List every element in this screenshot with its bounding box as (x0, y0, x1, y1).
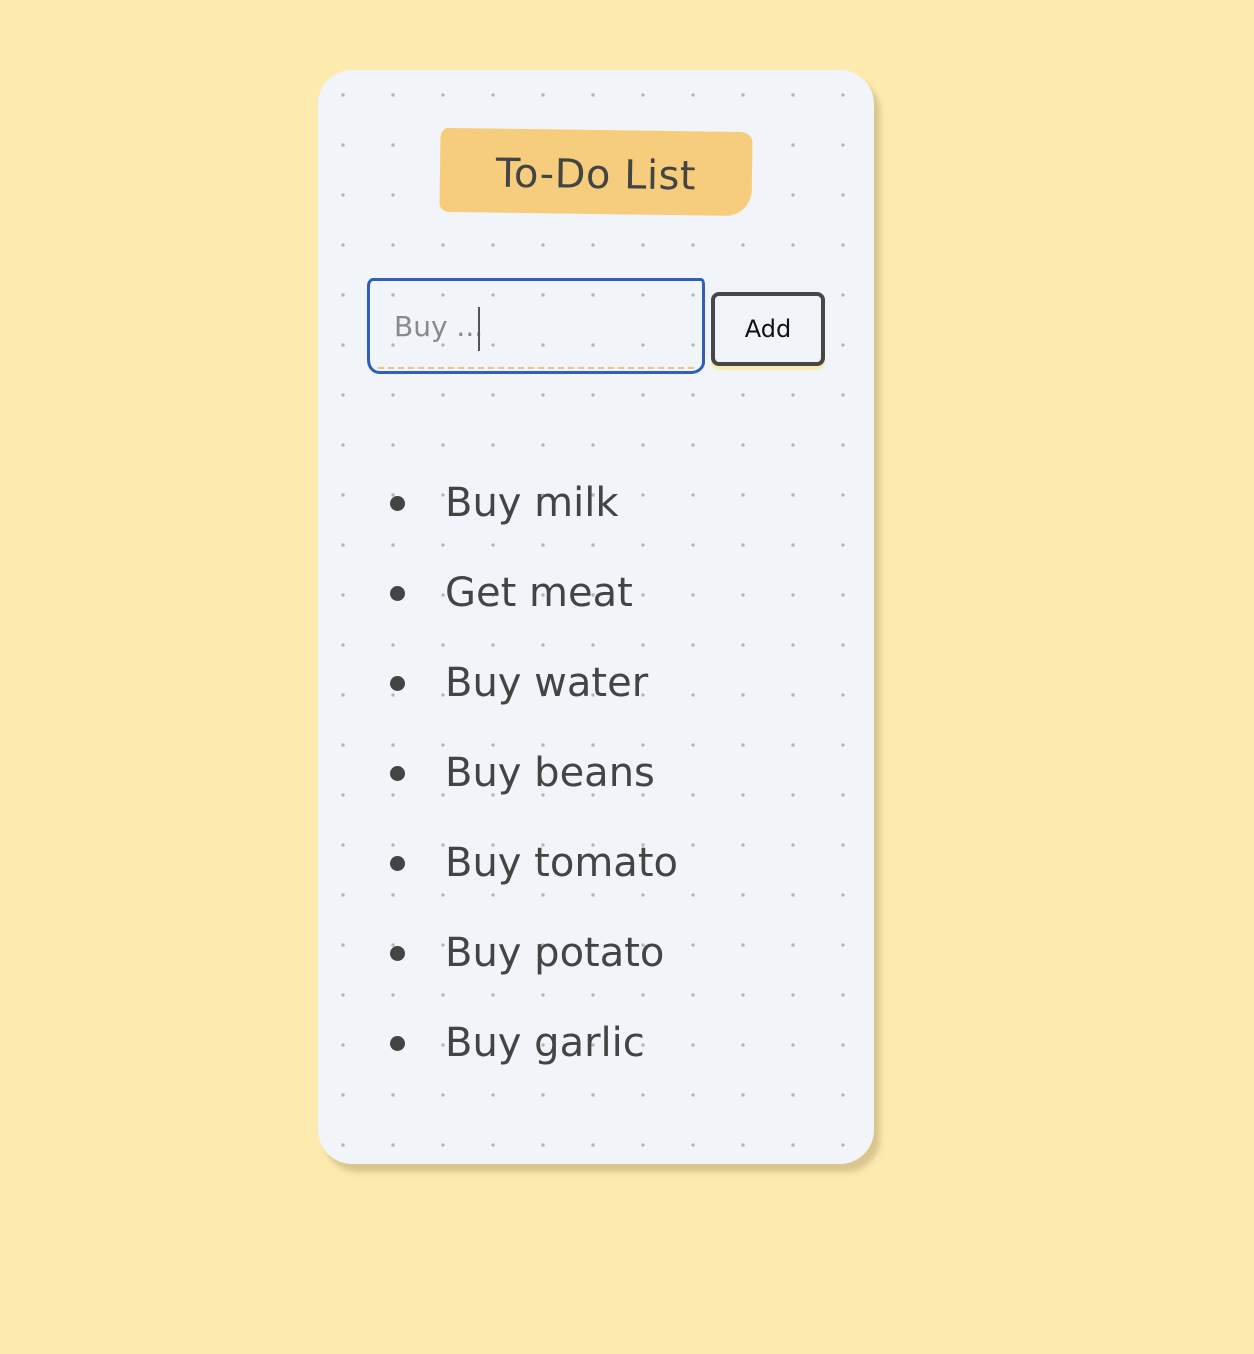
list-item[interactable]: Buy water (390, 638, 678, 728)
page-title: To-Do List (495, 150, 697, 200)
text-caret (478, 307, 480, 351)
todo-item-text: Buy potato (445, 930, 665, 976)
list-item[interactable]: Buy milk (390, 458, 678, 548)
bullet-icon (390, 675, 405, 691)
todo-item-text: Buy beans (445, 750, 655, 796)
todo-list: Buy milk Get meat Buy water Buy beans Bu… (390, 458, 678, 1088)
list-item[interactable]: Buy potato (390, 908, 678, 998)
list-item[interactable]: Get meat (390, 548, 678, 638)
add-button[interactable]: Add (711, 292, 825, 366)
list-item[interactable]: Buy tomato (390, 818, 678, 908)
bullet-icon (390, 855, 405, 871)
bullet-icon (390, 765, 405, 781)
list-item[interactable]: Buy garlic (390, 998, 678, 1088)
todo-card: To-Do List Add Buy milk Get meat Buy wat… (318, 70, 874, 1164)
bullet-icon (390, 495, 405, 511)
todo-item-text: Buy water (445, 660, 649, 706)
todo-item-text: Get meat (445, 570, 633, 616)
bullet-icon (390, 945, 405, 961)
bullet-icon (390, 1035, 405, 1051)
bullet-icon (390, 585, 405, 601)
todo-item-text: Buy garlic (445, 1020, 645, 1066)
list-item[interactable]: Buy beans (390, 728, 678, 818)
todo-input[interactable] (370, 281, 702, 371)
todo-item-text: Buy tomato (445, 840, 678, 886)
todo-item-text: Buy milk (445, 480, 619, 526)
title-badge: To-Do List (439, 127, 753, 217)
todo-input-container (367, 278, 705, 374)
